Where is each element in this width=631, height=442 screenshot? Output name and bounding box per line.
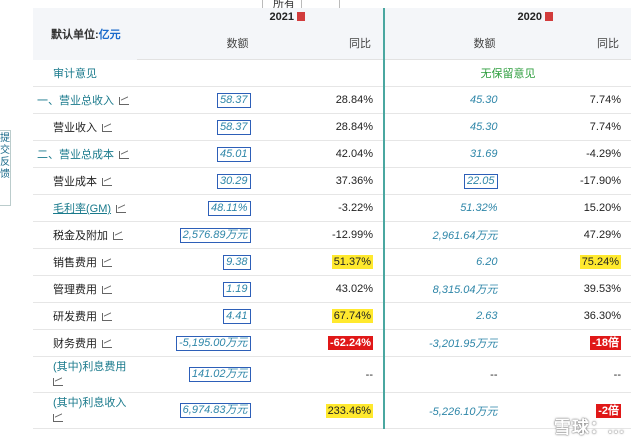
chart-icon[interactable] [102, 286, 112, 294]
col-amount-2020: 数额 [384, 26, 508, 60]
col-yoy-2020: 同比 [507, 26, 631, 60]
table-row: 财务费用 -5,195.00万元 -62.24% -3,201.95万元 -18… [33, 329, 631, 357]
row-label: 二、营业总成本 [33, 140, 137, 168]
row-label: 研发费用 [33, 302, 137, 330]
col-yoy-2021: 同比 [260, 26, 385, 60]
table-row: (其中)利息费用 141.02万元 -- -- -- [33, 356, 631, 393]
filter-divider [301, 0, 302, 8]
audit-opinion: 无保留意见 [384, 59, 631, 87]
chart-icon[interactable] [116, 205, 127, 213]
feedback-label: 提交反馈 [0, 133, 10, 180]
row-label: 税金及附加 [33, 221, 137, 249]
row-label[interactable]: 毛利率(GM) [33, 194, 137, 222]
unit-cell: 默认单位:亿元 [33, 8, 137, 60]
table-row: 研发费用 4.41 67.74% 2.63 36.30% [33, 302, 631, 330]
chart-icon[interactable] [53, 377, 63, 386]
year-2021[interactable]: 2021 [137, 8, 385, 26]
row-label: 管理费用 [33, 275, 137, 303]
unit-label: 默认单位: [51, 28, 99, 41]
unit-value: 亿元 [98, 28, 121, 41]
highlight-badge: 67.74% [331, 309, 373, 323]
year-2020[interactable]: 2020 [384, 8, 631, 26]
table-row: 管理费用 1.19 43.02% 8,315.04万元 39.53% [33, 275, 631, 303]
table-row: 二、营业总成本 45.01 42.04% 31.69 -4.29% [33, 140, 631, 168]
chart-icon[interactable] [102, 178, 112, 186]
chart-icon[interactable] [102, 124, 112, 132]
row-label: 营业成本 [33, 167, 137, 195]
feedback-tab[interactable]: 提交反馈 [0, 130, 11, 206]
table-row: 毛利率(GM) 48.11% -3.22% 51.32% 15.20% [33, 194, 631, 222]
pdf-icon[interactable] [297, 12, 305, 21]
table-row: 营业成本 30.29 37.36% 22.05 -17.90% [33, 167, 631, 195]
chart-icon[interactable] [53, 413, 63, 422]
row-label: 审计意见 [33, 59, 137, 87]
table-row: 营业收入 58.37 28.84% 45.30 7.74% [33, 113, 631, 141]
financial-table: 默认单位:亿元 2021 2020 数额 同比 数额 同比 审计意见 无保留意见… [33, 8, 631, 429]
chart-icon[interactable] [119, 151, 129, 159]
table-row: 审计意见 无保留意见 [33, 59, 631, 87]
chart-icon[interactable] [102, 313, 112, 321]
row-label: 销售费用 [33, 248, 137, 276]
pdf-icon[interactable] [545, 12, 553, 21]
chart-icon[interactable] [119, 97, 129, 105]
row-label: 一、营业总收入 [33, 86, 137, 114]
table-row: 税金及附加 2,576.89万元 -12.99% 2,961.64万元 47.2… [33, 221, 631, 249]
table-row: (其中)利息收入 6,974.83万元 233.46% -5,226.10万元 … [33, 392, 631, 429]
chart-icon[interactable] [113, 232, 123, 240]
chart-icon[interactable] [102, 340, 112, 348]
alert-badge: -18倍 [590, 336, 621, 350]
highlight-badge: 233.46% [325, 403, 373, 418]
row-label: 财务费用 [33, 329, 137, 357]
highlight-badge: 75.24% [579, 255, 621, 269]
row-label: 营业收入 [33, 113, 137, 141]
row-label: (其中)利息收入 [33, 392, 137, 429]
table-row: 一、营业总收入 58.37 28.84% 45.30 7.74% [33, 86, 631, 114]
watermark: 雪球：... [553, 418, 625, 437]
highlight-badge: 51.37% [331, 255, 373, 269]
table-row: 销售费用 9.38 51.37% 6.20 75.24% [33, 248, 631, 276]
alert-badge: -62.24% [328, 336, 373, 350]
col-amount-2021: 数额 [137, 26, 261, 60]
chart-icon[interactable] [102, 259, 112, 267]
row-label: (其中)利息费用 [33, 356, 137, 393]
